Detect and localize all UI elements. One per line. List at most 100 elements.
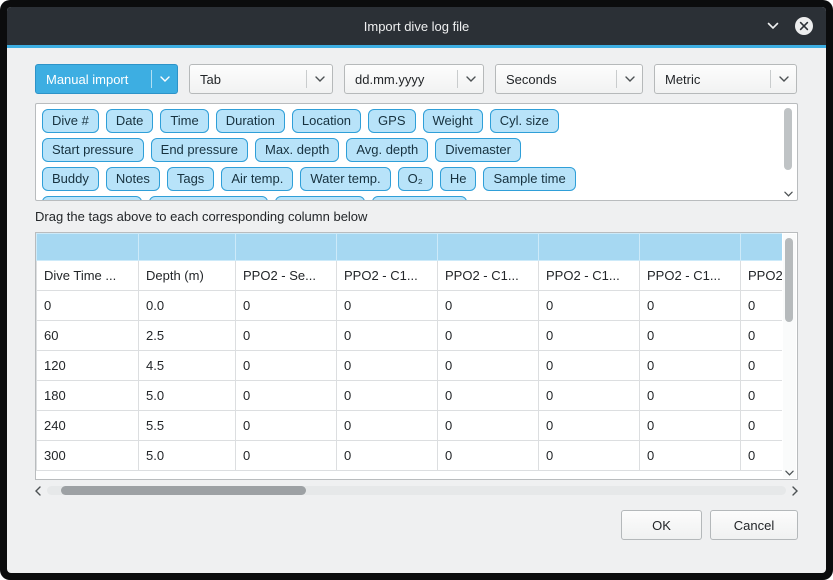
table-cell: 0	[539, 291, 640, 321]
tag-chip[interactable]: He	[440, 167, 477, 191]
drop-target-cell[interactable]	[139, 234, 236, 261]
column-header: Depth (m)	[139, 261, 236, 291]
drop-target-cell[interactable]	[640, 234, 741, 261]
header-row: Dive Time ...Depth (m)PPO2 - Se...PPO2 -…	[37, 261, 783, 291]
table-cell: 0	[438, 321, 539, 351]
column-header: Dive Time ...	[37, 261, 139, 291]
table-cell: 0	[539, 411, 640, 441]
tag-pool-scrollbar[interactable]	[782, 106, 795, 198]
table-cell: 0	[640, 291, 741, 321]
table-cell: 60	[37, 321, 139, 351]
table-horizontal-scrollbar[interactable]	[35, 483, 798, 498]
scrollbar-thumb[interactable]	[61, 486, 306, 495]
tag-chip[interactable]: Max. depth	[255, 138, 339, 162]
table-cell: 0	[539, 321, 640, 351]
tag-chip[interactable]: End pressure	[151, 138, 248, 162]
table-cell: 0	[741, 411, 783, 441]
column-header: PPO2 - C1...	[337, 261, 438, 291]
combo-value: Metric	[655, 72, 770, 87]
scroll-down-icon[interactable]	[783, 470, 796, 476]
scroll-left-icon[interactable]	[35, 486, 41, 496]
scrollbar-thumb[interactable]	[785, 238, 793, 322]
drop-target-cell[interactable]	[741, 234, 783, 261]
tag-row: Dive # Date Time Duration Location GPS Weight C…	[42, 109, 791, 133]
drop-target-cell[interactable]	[236, 234, 337, 261]
table-cell: 0	[438, 441, 539, 471]
chevron-down-icon	[307, 76, 332, 82]
tag-chip[interactable]: Sample pressure	[149, 196, 267, 201]
tag-chip[interactable]: Tags	[167, 167, 214, 191]
table-cell: 0.0	[139, 291, 236, 321]
table-cell: 0	[438, 411, 539, 441]
tag-chip[interactable]: Dive #	[42, 109, 99, 133]
scrollbar-track[interactable]	[47, 486, 786, 495]
drop-target-row	[37, 234, 783, 261]
titlebar-buttons	[767, 7, 814, 45]
combo-value: dd.mm.yyyy	[345, 72, 457, 87]
table-cell: 0	[741, 351, 783, 381]
tag-chip[interactable]: Water temp.	[300, 167, 390, 191]
scrollbar-thumb[interactable]	[784, 108, 792, 170]
import-options-row: Manual import Tab dd.mm.yyyy	[35, 64, 798, 94]
tag-chip[interactable]: Duration	[216, 109, 285, 133]
table-cell: 0	[640, 321, 741, 351]
tag-chip[interactable]: Air temp.	[221, 167, 293, 191]
table-cell: 0	[640, 351, 741, 381]
table-cell: 0	[438, 351, 539, 381]
scroll-right-icon[interactable]	[792, 486, 798, 496]
tag-chip[interactable]: Sample pO₂	[275, 196, 365, 201]
table-cell: 0	[640, 411, 741, 441]
drop-target-cell[interactable]	[539, 234, 640, 261]
tag-row: Buddy Notes Tags Air temp. Water temp. O₂ HeSa…	[42, 167, 791, 191]
table-cell: 0	[236, 351, 337, 381]
tag-chip[interactable]: Date	[106, 109, 153, 133]
drop-target-cell[interactable]	[37, 234, 139, 261]
tag-chip[interactable]: Sample time	[483, 167, 575, 191]
table-cell: 0	[741, 441, 783, 471]
table-cell: 0	[337, 291, 438, 321]
table-cell: 0	[337, 441, 438, 471]
table-cell: 0	[337, 411, 438, 441]
chevron-down-icon	[771, 76, 796, 82]
dialog-buttons: OK Cancel	[35, 510, 798, 540]
tag-chip[interactable]: Notes	[106, 167, 160, 191]
cancel-button[interactable]: Cancel	[710, 510, 798, 540]
tag-chip[interactable]: Buddy	[42, 167, 99, 191]
drop-target-cell[interactable]	[438, 234, 539, 261]
tag-chip[interactable]: Weight	[423, 109, 483, 133]
table-cell: 0	[539, 381, 640, 411]
chevron-down-icon	[458, 76, 483, 82]
table-cell: 0	[236, 441, 337, 471]
field-separator-combo[interactable]: Tab	[189, 64, 333, 94]
tag-chip[interactable]: Location	[292, 109, 361, 133]
tag-chip[interactable]: Divemaster	[435, 138, 521, 162]
table-cell: 0	[337, 321, 438, 351]
date-format-combo[interactable]: dd.mm.yyyy	[344, 64, 484, 94]
tag-chip[interactable]: Avg. depth	[346, 138, 428, 162]
duration-format-combo[interactable]: Seconds	[495, 64, 643, 94]
chevron-down-icon	[617, 76, 642, 82]
tag-chip[interactable]: Sample depth	[42, 196, 142, 201]
tag-chip[interactable]: GPS	[368, 109, 415, 133]
import-type-combo[interactable]: Manual import	[35, 64, 178, 94]
tag-row: Sample depth Sample pressure Sample pO₂ Sam…	[42, 196, 791, 201]
tag-chip[interactable]: Cyl. size	[490, 109, 559, 133]
chevron-down-icon[interactable]	[767, 22, 779, 30]
table-cell: 240	[37, 411, 139, 441]
tag-chip[interactable]: Sample CNS	[372, 196, 467, 201]
table-cell: 5.5	[139, 411, 236, 441]
ok-button[interactable]: OK	[621, 510, 702, 540]
tags-content: Dive # Date Time Duration Location GPS Weight C…	[36, 104, 797, 201]
close-button[interactable]	[794, 16, 814, 36]
drop-target-cell[interactable]	[337, 234, 438, 261]
drag-instruction-label: Drag the tags above to each correspondin…	[35, 209, 798, 224]
tag-chip[interactable]: Start pressure	[42, 138, 144, 162]
scroll-down-icon[interactable]	[782, 191, 795, 197]
tag-chip[interactable]: O₂	[398, 167, 433, 191]
table-vertical-scrollbar[interactable]	[783, 234, 796, 478]
column-header: PPO2 - C1...	[539, 261, 640, 291]
titlebar[interactable]: Import dive log file	[7, 7, 826, 45]
tag-chip[interactable]: Time	[160, 109, 208, 133]
table-cell: 0	[741, 381, 783, 411]
units-combo[interactable]: Metric	[654, 64, 797, 94]
